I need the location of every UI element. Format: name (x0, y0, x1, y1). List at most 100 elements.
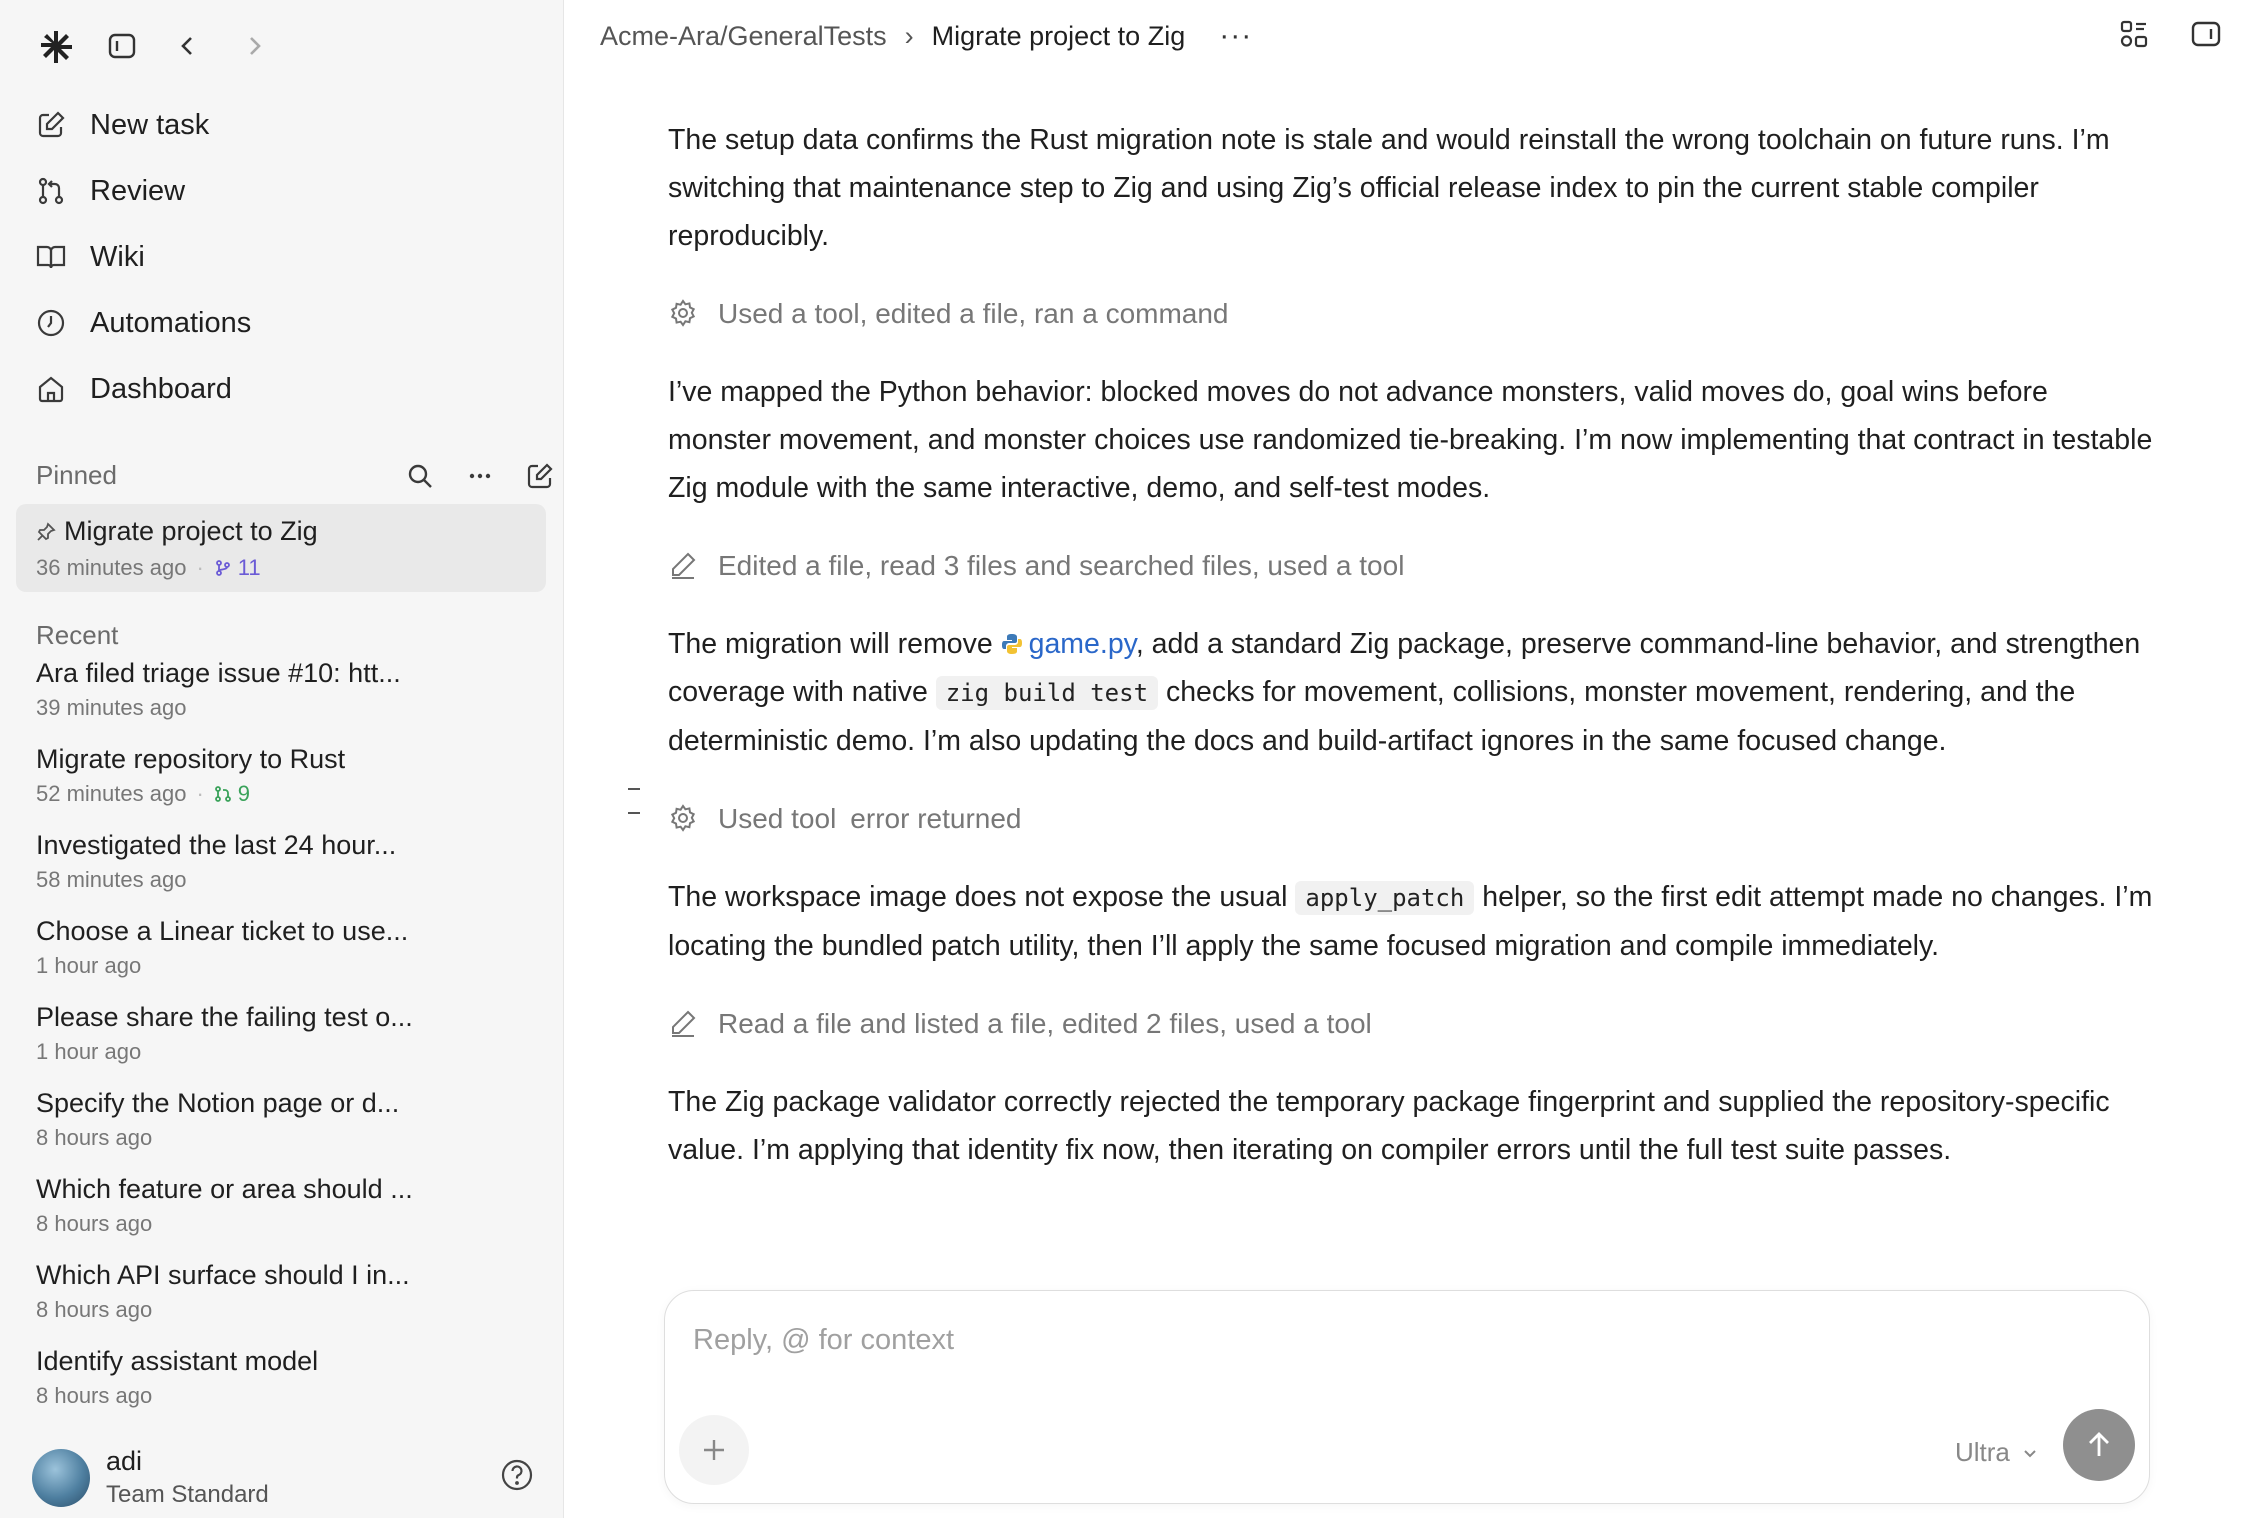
recent-task-title: Which API surface should I in... (36, 1260, 410, 1290)
message-text: The workspace image does not expose the … (668, 881, 1296, 913)
search-icon[interactable] (400, 456, 440, 496)
recent-task-time: 52 minutes ago (36, 781, 187, 806)
assistant-message: The setup data confirms the Rust migrati… (668, 124, 2110, 252)
recent-task-time: 8 hours ago (36, 1211, 153, 1236)
recent-task-title: Ara filed triage issue #10: htt... (36, 658, 401, 688)
pencil-icon (668, 550, 700, 582)
breadcrumb-separator: › (904, 20, 914, 51)
breadcrumb: Acme-Ara/GeneralTests › Migrate project … (600, 16, 1252, 56)
sidebar-item-new-task[interactable]: New task (32, 92, 542, 158)
recent-task-time: 1 hour ago (36, 1039, 142, 1064)
pinned-task-title: Migrate project to Zig (64, 516, 318, 546)
clock-icon (32, 304, 70, 342)
pin-icon (36, 521, 56, 542)
sidebar-item-label: New task (90, 108, 210, 141)
tool-summary-text: Read a file and listed a file, edited 2 … (718, 1008, 1372, 1039)
page-title: Migrate project to Zig (931, 20, 1186, 51)
book-icon (32, 238, 70, 276)
python-icon (1001, 634, 1022, 654)
git-branch-icon (215, 560, 230, 576)
header-right-toolbar (2116, 16, 2244, 52)
toggle-sidebar-icon[interactable] (102, 26, 142, 66)
list-item[interactable]: Please share the failing test o... 1 hou… (36, 1002, 546, 1088)
recent-task-time: 1 hour ago (36, 953, 142, 978)
tool-summary-row[interactable]: Used a tool, edited a file, ran a comman… (668, 290, 2158, 338)
user-plan: Team Standard (106, 1481, 269, 1508)
message-text: The migration will remove (668, 628, 1001, 660)
tool-error-status: error returned (850, 803, 1022, 834)
sidebar-item-label: Review (90, 174, 186, 207)
tool-summary-text: Edited a file, read 3 files and searched… (718, 550, 1405, 581)
edit-icon (32, 106, 70, 144)
recent-task-time: 8 hours ago (36, 1125, 153, 1150)
sidebar-item-dashboard[interactable]: Dashboard (32, 356, 542, 422)
list-item[interactable]: Investigated the last 24 hour... 58 minu… (36, 830, 546, 916)
compose-icon[interactable] (520, 456, 560, 496)
sidebar-item-label: Dashboard (90, 372, 232, 405)
recent-task-time: 39 minutes ago (36, 695, 187, 720)
tool-summary-row[interactable]: Edited a file, read 3 files and searched… (668, 542, 2158, 590)
list-item[interactable]: Ara filed triage issue #10: htt... 39 mi… (36, 658, 546, 744)
list-item[interactable]: Specify the Notion page or d... 8 hours … (36, 1088, 546, 1174)
assistant-message: The migration will remove game.py, add a… (668, 620, 2158, 765)
home-icon (32, 370, 70, 408)
recent-task-title: Migrate repository to Rust (36, 744, 346, 774)
reply-input[interactable] (691, 1317, 2095, 1363)
gear-icon (668, 803, 700, 835)
app-logo-icon[interactable] (36, 26, 76, 66)
layout-grid-icon[interactable] (2116, 16, 2152, 52)
sidebar-item-automations[interactable]: Automations (32, 290, 542, 356)
user-profile[interactable]: adi Team Standard (32, 1446, 269, 1509)
pinned-task-item[interactable]: Migrate project to Zig 36 minutes ago · … (16, 504, 546, 592)
recent-task-title: Choose a Linear ticket to use... (36, 916, 409, 946)
recent-task-time: 8 hours ago (36, 1383, 153, 1408)
sidebar-item-review[interactable]: Review (32, 158, 542, 224)
list-item[interactable]: Choose a Linear ticket to use... 1 hour … (36, 916, 546, 1002)
more-options-icon[interactable] (460, 456, 500, 496)
tool-summary-text: Used tool (718, 803, 837, 834)
reply-composer: Ultra (664, 1290, 2150, 1504)
file-link[interactable]: game.py (1001, 628, 1136, 660)
meta-separator: · (196, 781, 204, 806)
list-item[interactable]: Migrate repository to Rust 52 minutes ag… (36, 744, 546, 830)
pencil-icon (668, 1008, 700, 1040)
assistant-message: The Zig package validator correctly reje… (668, 1086, 2110, 1166)
recent-task-title: Specify the Notion page or d... (36, 1088, 400, 1118)
chevron-down-icon (2020, 1443, 2040, 1463)
pinned-task-time: 36 minutes ago (36, 555, 187, 580)
list-item[interactable]: Identify assistant model 8 hours ago (36, 1346, 546, 1432)
sidebar-top-toolbar (36, 26, 300, 66)
help-icon[interactable] (500, 1458, 534, 1492)
toggle-right-panel-icon[interactable] (2188, 16, 2224, 52)
user-name: adi (106, 1446, 143, 1476)
recent-task-title: Please share the failing test o... (36, 1002, 413, 1032)
tool-summary-row[interactable]: Used tool error returned (668, 795, 2158, 843)
meta-separator: · (196, 555, 204, 580)
plus-icon (704, 1440, 724, 1460)
recent-task-title: Investigated the last 24 hour... (36, 830, 397, 860)
send-button[interactable] (2063, 1409, 2135, 1481)
recent-task-list: Ara filed triage issue #10: htt... 39 mi… (36, 658, 546, 1432)
list-item[interactable]: Which API surface should I in... 8 hours… (36, 1260, 546, 1346)
tool-summary-row[interactable]: Read a file and listed a file, edited 2 … (668, 1000, 2158, 1048)
tool-summary-text: Used a tool, edited a file, ran a comman… (718, 298, 1229, 329)
git-pull-request-icon (32, 172, 70, 210)
conversation-transcript: The setup data confirms the Rust migrati… (668, 116, 2158, 1174)
sidebar: New task Review Wiki Automations Dashboa… (0, 0, 564, 1518)
model-selector[interactable]: Ultra (1955, 1437, 2040, 1468)
list-item[interactable]: Which feature or area should ... 8 hours… (36, 1174, 546, 1260)
recent-task-time: 58 minutes ago (36, 867, 187, 892)
attach-button[interactable] (679, 1415, 749, 1485)
breadcrumb-repo[interactable]: Acme-Ara/GeneralTests (600, 21, 887, 52)
gear-icon (668, 298, 700, 330)
task-more-options-button[interactable]: ··· (1219, 19, 1252, 53)
inline-code: zig build test (935, 676, 1159, 710)
sidebar-item-wiki[interactable]: Wiki (32, 224, 542, 290)
git-pull-request-icon (214, 786, 231, 802)
assistant-message: The workspace image does not expose the … (668, 873, 2158, 970)
back-arrow-icon[interactable] (168, 26, 208, 66)
message-margin-marker (628, 788, 640, 836)
model-selector-value: Ultra (1955, 1437, 2010, 1467)
forward-arrow-icon[interactable] (234, 26, 274, 66)
sidebar-item-label: Wiki (90, 240, 145, 273)
